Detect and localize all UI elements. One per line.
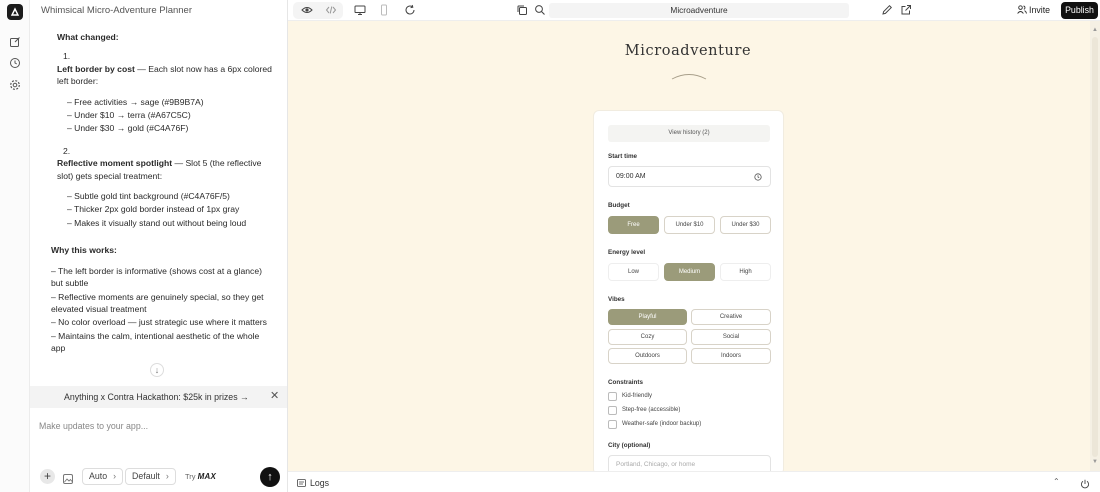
model-select[interactable]: Default › <box>125 468 176 485</box>
vibe-option-social[interactable]: Social <box>691 329 771 345</box>
code-icon[interactable] <box>325 4 337 16</box>
checkbox-label: Step-free (accessible) <box>622 407 681 413</box>
budget-label: Budget <box>608 202 630 209</box>
send-button[interactable]: ↑ <box>260 467 280 487</box>
refresh-icon[interactable] <box>404 4 416 16</box>
chat-input[interactable]: Make updates to your app... <box>39 421 148 431</box>
preview-scrollbar[interactable]: ▲ ▼ <box>1090 21 1100 471</box>
edit-icon[interactable] <box>9 36 21 48</box>
banner-text[interactable]: Anything x Contra Hackathon: $25k in pri… <box>64 392 249 402</box>
app-logo-icon[interactable] <box>7 4 23 20</box>
city-field[interactable] <box>608 455 771 471</box>
heading-why: Why this works: <box>51 245 117 256</box>
settings-icon[interactable] <box>9 79 21 91</box>
item-number: 2. <box>63 145 71 156</box>
vibe-option-cozy[interactable]: Cozy <box>608 329 687 345</box>
list-item: – Maintains the calm, intentional aesthe… <box>51 330 260 354</box>
invite-button[interactable]: Invite <box>1017 5 1050 15</box>
chevron-up-icon[interactable]: ⌃ <box>1053 477 1060 486</box>
chevron-right-icon: › <box>165 471 169 481</box>
list-item: – Subtle gold tint background (#C4A76F/5… <box>67 191 230 202</box>
assistant-message: What changed: 1. Left border by cost — E… <box>51 31 272 356</box>
arrow-down-icon: ↓ <box>154 365 160 375</box>
history-icon[interactable] <box>9 57 21 69</box>
external-link-icon[interactable] <box>900 4 912 16</box>
checkbox-label: Kid-friendly <box>622 393 653 399</box>
vibe-option-indoors[interactable]: Indoors <box>691 348 771 364</box>
list-item: – Under $10 → terra (#A67C5C) <box>67 110 191 121</box>
decorative-arc <box>671 74 707 80</box>
list-item: Reflective moment spotlight — Slot 5 (th… <box>57 158 262 181</box>
vibe-option-outdoors[interactable]: Outdoors <box>608 348 687 364</box>
start-time-input[interactable]: 09:00 AM <box>608 166 771 187</box>
scroll-to-bottom-button[interactable]: ↓ <box>150 363 164 377</box>
budget-option-under-30[interactable]: Under $30 <box>720 216 771 234</box>
desktop-icon[interactable] <box>354 4 366 16</box>
checkbox-label: Weather-safe (indoor backup) <box>622 421 702 427</box>
eye-icon[interactable] <box>301 4 313 16</box>
list-item: – The left border is informative (shows … <box>51 265 262 289</box>
list-item: – No color overload — just strategic use… <box>51 317 267 328</box>
list-item: Left border by cost — Each slot now has … <box>57 63 272 87</box>
city-input[interactable] <box>616 461 766 468</box>
planner-form: View history (2) Start time 09:00 AM Bud… <box>593 110 784 471</box>
preview-toolbar: Microadventure Invite Publish <box>288 0 1100 21</box>
copy-icon[interactable] <box>516 4 528 16</box>
mode-select[interactable]: Auto › <box>82 468 124 485</box>
vibe-option-playful[interactable]: Playful <box>608 309 687 325</box>
checkbox-kid-friendly[interactable] <box>608 392 617 401</box>
close-icon[interactable]: ✕ <box>270 391 279 402</box>
mobile-icon[interactable] <box>378 4 390 16</box>
logs-bar: Logs ⌃ <box>288 471 1100 492</box>
view-history-button[interactable]: View history (2) <box>608 125 770 142</box>
chevron-right-icon: › <box>113 471 117 481</box>
item-number: 1. <box>63 51 71 62</box>
pencil-icon[interactable] <box>881 4 893 16</box>
url-bar[interactable]: Microadventure <box>549 3 849 18</box>
image-icon[interactable] <box>63 471 73 484</box>
project-title: Whimsical Micro-Adventure Planner <box>41 5 192 16</box>
city-label: City (optional) <box>608 442 651 449</box>
energy-option-medium[interactable]: Medium <box>664 263 715 281</box>
list-item: – Thicker 2px gold border instead of 1px… <box>67 204 240 215</box>
vibes-label: Vibes <box>608 296 625 303</box>
app-preview: Microadventure View history (2) Start ti… <box>288 21 1090 471</box>
composer-toolbar: + Auto › Default › Try MAX ↑ <box>30 466 287 488</box>
heading-what-changed: What changed: <box>57 32 119 42</box>
try-max-link[interactable]: Try MAX <box>185 472 216 481</box>
arrow-up-icon: ↑ <box>267 471 273 483</box>
app-title: Microadventure <box>624 43 752 59</box>
list-item: – Free activities → sage (#9B9B7A) <box>67 96 204 107</box>
plus-icon[interactable]: + <box>40 469 55 484</box>
list-item: – Under $30 → gold (#C4A76F) <box>67 123 189 134</box>
vibe-option-creative[interactable]: Creative <box>691 309 771 325</box>
search-icon[interactable] <box>534 4 546 16</box>
energy-option-low[interactable]: Low <box>608 263 659 281</box>
budget-option-free[interactable]: Free <box>608 216 659 234</box>
chat-panel: Whimsical Micro-Adventure Planner What c… <box>30 0 288 492</box>
logs-icon <box>297 479 306 487</box>
power-icon[interactable] <box>1080 476 1090 492</box>
energy-option-high[interactable]: High <box>720 263 771 281</box>
checkbox-weather-safe[interactable] <box>608 420 617 429</box>
clock-icon <box>754 173 762 181</box>
constraints-label: Constraints <box>608 379 643 386</box>
checkbox-step-free[interactable] <box>608 406 617 415</box>
list-item: – Reflective moments are genuinely speci… <box>51 291 264 314</box>
start-time-label: Start time <box>608 153 638 160</box>
users-icon <box>1017 5 1027 14</box>
publish-button[interactable]: Publish <box>1061 2 1098 19</box>
energy-label: Energy level <box>608 249 646 256</box>
logs-button[interactable]: Logs <box>297 478 329 488</box>
left-rail <box>0 0 30 492</box>
promo-banner[interactable]: Anything x Contra Hackathon: $25k in pri… <box>30 386 287 408</box>
list-item: – Makes it visually stand out without be… <box>67 217 247 228</box>
budget-option-under-10[interactable]: Under $10 <box>664 216 715 234</box>
